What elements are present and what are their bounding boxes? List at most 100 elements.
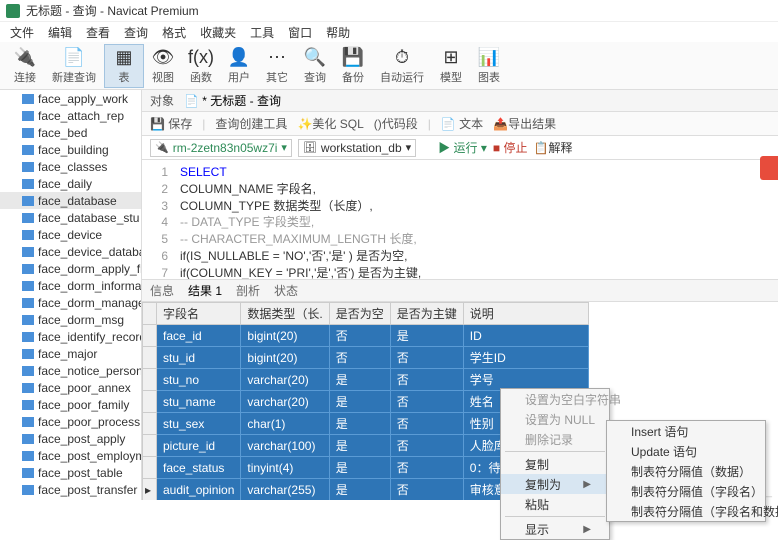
tree-item-face_building[interactable]: face_building bbox=[0, 141, 141, 158]
menu-item[interactable]: 制表符分隔值（字段名） bbox=[607, 481, 765, 501]
server-select[interactable]: 🔌 rm-2zetn83n05wz7i ▾ bbox=[150, 139, 292, 157]
grid-header[interactable]: 字段名 bbox=[157, 303, 241, 325]
table-icon bbox=[22, 332, 34, 342]
table-icon bbox=[22, 349, 34, 359]
menu-窗口[interactable]: 窗口 bbox=[288, 24, 312, 41]
menu-格式[interactable]: 格式 bbox=[162, 24, 186, 41]
menu-item[interactable]: Update 语句 bbox=[607, 441, 765, 461]
menu-item[interactable]: 显示▶ bbox=[501, 519, 609, 539]
menu-item[interactable]: 复制为▶ bbox=[501, 474, 609, 494]
tree-item-face_notice_person[interactable]: face_notice_person bbox=[0, 362, 141, 379]
result-tab-信息[interactable]: 信息 bbox=[150, 282, 174, 299]
tree-item-face_database_stu[interactable]: face_database_stu bbox=[0, 209, 141, 226]
tool-自动运行[interactable]: ⏱自动运行 bbox=[372, 44, 432, 88]
tree-item-face_major[interactable]: face_major bbox=[0, 345, 141, 362]
tree-item-face_classes[interactable]: face_classes bbox=[0, 158, 141, 175]
stop-button[interactable]: ■ 停止 bbox=[493, 139, 528, 156]
save-button[interactable]: 💾 保存 bbox=[150, 115, 192, 132]
table-icon bbox=[22, 128, 34, 138]
tree-item-face_device_database[interactable]: face_device_database bbox=[0, 243, 141, 260]
table-icon bbox=[22, 247, 34, 257]
menu-工具[interactable]: 工具 bbox=[250, 24, 274, 41]
query-builder-button[interactable]: 查询创建工具 bbox=[215, 115, 287, 132]
tree-item-face_poor_annex[interactable]: face_poor_annex bbox=[0, 379, 141, 396]
app-icon bbox=[6, 4, 20, 18]
table-icon bbox=[22, 315, 34, 325]
tree-item-face_post_apply[interactable]: face_post_apply bbox=[0, 430, 141, 447]
tree-item-face_apply_work[interactable]: face_apply_work bbox=[0, 90, 141, 107]
text-button[interactable]: 📄 文本 bbox=[441, 115, 483, 132]
grid-header[interactable]: 数据类型（长. bbox=[241, 303, 329, 325]
tree-item-face_dorm_apply_file[interactable]: face_dorm_apply_file bbox=[0, 260, 141, 277]
tree-item-face_database[interactable]: face_database bbox=[0, 192, 141, 209]
tree-item-face_identify_record[interactable]: face_identify_record bbox=[0, 328, 141, 345]
tree-item-face_daily[interactable]: face_daily bbox=[0, 175, 141, 192]
tool-模型[interactable]: ⊞模型 bbox=[432, 44, 470, 88]
menu-收藏夹[interactable]: 收藏夹 bbox=[200, 24, 236, 41]
tree-item-face_post_employmen[interactable]: face_post_employmen bbox=[0, 447, 141, 464]
table-icon bbox=[22, 281, 34, 291]
menu-item[interactable]: 设置为空白字符串 bbox=[501, 389, 609, 409]
tree-item-face_attach_rep[interactable]: face_attach_rep bbox=[0, 107, 141, 124]
database-select[interactable]: 🗄 workstation_db ▾ bbox=[298, 139, 416, 157]
connection-bar: 🔌 rm-2zetn83n05wz7i ▾ 🗄 workstation_db ▾… bbox=[142, 136, 778, 160]
menu-item[interactable]: 粘贴 bbox=[501, 494, 609, 514]
result-tab-状态[interactable]: 状态 bbox=[274, 282, 298, 299]
tree-item-face_post_transfer[interactable]: face_post_transfer bbox=[0, 481, 141, 498]
title-bar: 无标题 - 查询 - Navicat Premium bbox=[0, 0, 778, 22]
tool-查询[interactable]: 🔍查询 bbox=[296, 44, 334, 88]
table-icon bbox=[22, 94, 34, 104]
tool-连接[interactable]: 🔌连接 bbox=[6, 44, 44, 88]
tool-用户[interactable]: 👤用户 bbox=[220, 44, 258, 88]
menu-item[interactable]: 制表符分隔值（字段名和数据） bbox=[607, 501, 765, 521]
menu-item[interactable]: 制表符分隔值（数据） bbox=[607, 461, 765, 481]
tree-item-face_device[interactable]: face_device bbox=[0, 226, 141, 243]
tree-item-face_dorm_manager[interactable]: face_dorm_manager bbox=[0, 294, 141, 311]
tool-表[interactable]: ▦表 bbox=[104, 44, 144, 88]
code-snippet-button[interactable]: ()代码段 bbox=[374, 115, 418, 132]
table-icon bbox=[22, 162, 34, 172]
sql-badge-icon bbox=[760, 156, 778, 180]
sql-editor[interactable]: 1SELECT2 COLUMN_NAME 字段名,3 COLUMN_TYPE 数… bbox=[142, 160, 778, 280]
tree-item-face_bed[interactable]: face_bed bbox=[0, 124, 141, 141]
tool-图表[interactable]: 📊图表 bbox=[470, 44, 508, 88]
tree-item-face_poor_process[interactable]: face_poor_process bbox=[0, 413, 141, 430]
menu-查询[interactable]: 查询 bbox=[124, 24, 148, 41]
beautify-sql-button[interactable]: ✨美化 SQL bbox=[297, 115, 363, 132]
tab-query[interactable]: 📄 * 无标题 - 查询 bbox=[184, 92, 281, 109]
tool-其它[interactable]: ⋯其它 bbox=[258, 44, 296, 88]
menu-item[interactable]: 删除记录 bbox=[501, 429, 609, 449]
explain-button[interactable]: 📋解释 bbox=[534, 139, 573, 156]
tool-备份[interactable]: 💾备份 bbox=[334, 44, 372, 88]
table-row[interactable]: face_idbigint(20)否是ID bbox=[143, 325, 589, 347]
menu-item[interactable]: 设置为 NULL bbox=[501, 409, 609, 429]
result-tab-剖析[interactable]: 剖析 bbox=[236, 282, 260, 299]
menu-查看[interactable]: 查看 bbox=[86, 24, 110, 41]
tree-item-face_dorm_msg[interactable]: face_dorm_msg bbox=[0, 311, 141, 328]
result-tab-结果 1[interactable]: 结果 1 bbox=[188, 282, 222, 299]
menu-编辑[interactable]: 编辑 bbox=[48, 24, 72, 41]
export-button[interactable]: 📤导出结果 bbox=[493, 115, 556, 132]
menu-文件[interactable]: 文件 bbox=[10, 24, 34, 41]
tree-item-face_post_table[interactable]: face_post_table bbox=[0, 464, 141, 481]
tool-函数[interactable]: f(x)函数 bbox=[182, 44, 220, 88]
context-submenu[interactable]: Insert 语句Update 语句制表符分隔值（数据）制表符分隔值（字段名）制… bbox=[606, 420, 766, 522]
table-row[interactable]: stu_idbigint(20)否否学生ID bbox=[143, 347, 589, 369]
tree-item-face_poor_family[interactable]: face_poor_family bbox=[0, 396, 141, 413]
object-tree[interactable]: face_apply_workface_attach_repface_bedfa… bbox=[0, 90, 142, 500]
tool-新建查询[interactable]: 📄新建查询 bbox=[44, 44, 104, 88]
context-menu[interactable]: 设置为空白字符串设置为 NULL删除记录复制复制为▶粘贴显示▶ bbox=[500, 388, 610, 540]
menu-帮助[interactable]: 帮助 bbox=[326, 24, 350, 41]
editor-tabs: 对象 📄 * 无标题 - 查询 bbox=[142, 90, 778, 112]
grid-header[interactable]: 说明 bbox=[463, 303, 589, 325]
menu-item[interactable]: Insert 语句 bbox=[607, 421, 765, 441]
grid-header[interactable]: 是否为空 bbox=[329, 303, 390, 325]
grid-header[interactable]: 是否为主键 bbox=[390, 303, 463, 325]
tree-item-face_dorm_information[interactable]: face_dorm_information bbox=[0, 277, 141, 294]
tool-视图[interactable]: 👁视图 bbox=[144, 44, 182, 88]
table-icon bbox=[22, 179, 34, 189]
menu-item[interactable]: 复制 bbox=[501, 454, 609, 474]
table-icon bbox=[22, 417, 34, 427]
tab-objects[interactable]: 对象 bbox=[150, 92, 174, 109]
run-button[interactable]: ▶ 运行 ▾ bbox=[438, 139, 487, 156]
